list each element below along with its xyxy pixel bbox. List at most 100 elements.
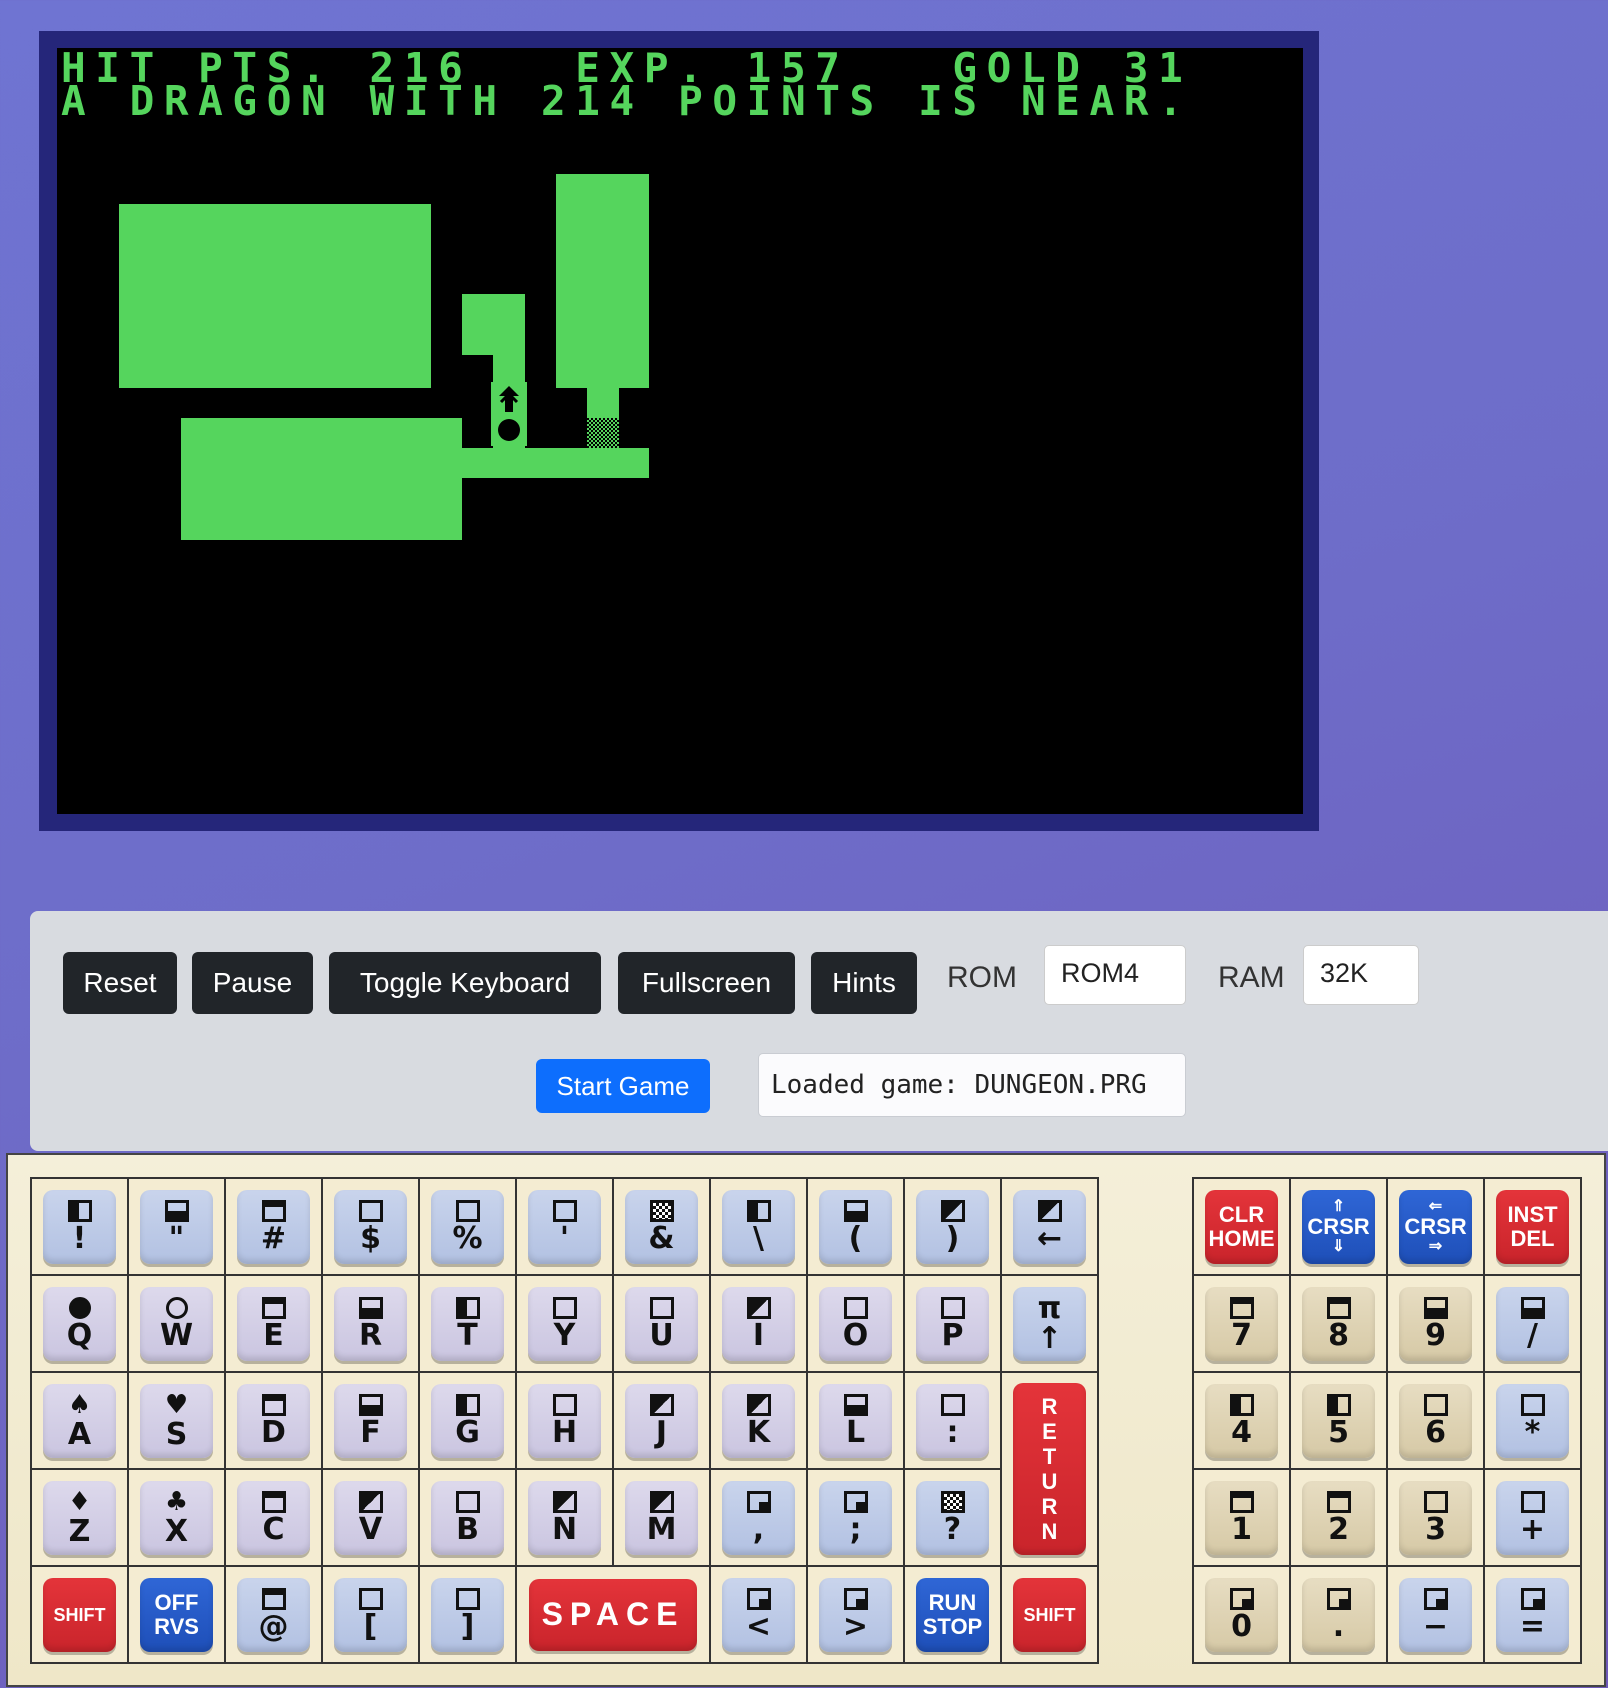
key-ampersand[interactable]: & [625,1189,698,1264]
numeric-key-block: CLR HOME ⇑ CRSR ⇓ ⇐ CRSR ⇒ INST DEL 7 8 9 / 4 … [1192,1177,1582,1664]
key-3[interactable]: 3 [1399,1480,1472,1555]
key-up-arrow-pi[interactable]: π ↑ [1013,1286,1086,1361]
dungeon-room-1 [119,204,431,388]
key-x[interactable]: ♣ X [140,1480,213,1555]
key-7[interactable]: 7 [1205,1286,1278,1361]
left-shift-key[interactable]: SHIFT [43,1577,116,1652]
off-rvs-key[interactable]: OFF RVS [140,1577,213,1652]
control-panel: Reset Pause Toggle Keyboard Fullscreen H… [30,911,1608,1151]
heart-icon: ♥ [164,1389,189,1420]
key-semicolon[interactable]: ; [819,1480,892,1555]
key-j[interactable]: J [625,1383,698,1458]
key-p[interactable]: P [916,1286,989,1361]
treasure-tile-icon [587,418,619,448]
key-exclamation[interactable]: ! [43,1189,116,1264]
key-right-bracket[interactable]: ] [431,1577,504,1652]
key-y[interactable]: Y [528,1286,601,1361]
key-period[interactable]: . [1302,1577,1375,1652]
start-game-button[interactable]: Start Game [536,1059,710,1113]
key-comma[interactable]: , [722,1480,795,1555]
run-stop-key[interactable]: RUN STOP [916,1577,989,1652]
key-f[interactable]: F [334,1383,407,1458]
key-apostrophe[interactable]: ' [528,1189,601,1264]
key-at[interactable]: @ [237,1577,310,1652]
key-double-quote[interactable]: " [140,1189,213,1264]
main-key-block: ! " # $ % ' & \ ( ) ← Q W E R T Y U I O … [30,1177,1099,1664]
key-m[interactable]: M [625,1480,698,1555]
ram-select[interactable]: 32K [1303,945,1419,1005]
key-plus[interactable]: + [1496,1480,1569,1555]
left-arrow-icon: ⇐ [1428,1197,1443,1215]
key-colon[interactable]: : [916,1383,989,1458]
return-key[interactable]: RETURN [1013,1383,1086,1555]
diamond-icon: ♦ [67,1486,92,1517]
key-asterisk[interactable]: * [1496,1383,1569,1458]
key-minus[interactable]: − [1399,1577,1472,1652]
key-9[interactable]: 9 [1399,1286,1472,1361]
toggle-keyboard-button[interactable]: Toggle Keyboard [329,952,601,1014]
ram-label: RAM [1218,961,1285,994]
reset-button[interactable]: Reset [63,952,177,1014]
key-right-paren[interactable]: ) [916,1189,989,1264]
key-less-than[interactable]: < [722,1577,795,1652]
crsr-up-down-key[interactable]: ⇑ CRSR ⇓ [1302,1189,1375,1264]
club-icon: ♣ [164,1486,189,1517]
key-left-paren[interactable]: ( [819,1189,892,1264]
key-r[interactable]: R [334,1286,407,1361]
key-q[interactable]: Q [43,1286,116,1361]
key-b[interactable]: B [431,1480,504,1555]
key-4[interactable]: 4 [1205,1383,1278,1458]
key-8[interactable]: 8 [1302,1286,1375,1361]
dungeon-room-2 [181,418,462,540]
key-question[interactable]: ? [916,1480,989,1555]
message-line: A DRAGON WITH 214 POINTS IS NEAR. [61,77,1193,125]
key-n[interactable]: N [528,1480,601,1555]
key-1[interactable]: 1 [1205,1480,1278,1555]
key-percent[interactable]: % [431,1189,504,1264]
key-equals[interactable]: = [1496,1577,1569,1652]
key-0[interactable]: 0 [1205,1577,1278,1652]
rom-label: ROM [947,961,1017,994]
key-d[interactable]: D [237,1383,310,1458]
up-arrows-icon: ⇑ [1331,1197,1346,1215]
key-z[interactable]: ♦ Z [43,1480,116,1555]
key-i[interactable]: I [722,1286,795,1361]
key-5[interactable]: 5 [1302,1383,1375,1458]
key-t[interactable]: T [431,1286,504,1361]
status-message: Loaded game: DUNGEON.PRG [758,1053,1186,1117]
key-backslash[interactable]: \ [722,1189,795,1264]
down-arrows-icon: ⇓ [1331,1237,1346,1255]
key-left-bracket[interactable]: [ [334,1577,407,1652]
rom-select[interactable]: ROM4 [1044,945,1186,1005]
key-c[interactable]: C [237,1480,310,1555]
key-6[interactable]: 6 [1399,1383,1472,1458]
key-l[interactable]: L [819,1383,892,1458]
crsr-left-right-key[interactable]: ⇐ CRSR ⇒ [1399,1189,1472,1264]
key-a[interactable]: ♠ A [43,1383,116,1458]
fullscreen-button[interactable]: Fullscreen [618,952,795,1014]
right-shift-key[interactable]: SHIFT [1013,1577,1086,1652]
emulator-screen[interactable]: HIT PTS. 216 EXP. 157 GOLD 31 A DRAGON W… [57,48,1303,814]
key-o[interactable]: O [819,1286,892,1361]
key-v[interactable]: V [334,1480,407,1555]
inst-del-key[interactable]: INST DEL [1496,1189,1569,1264]
key-e[interactable]: E [237,1286,310,1361]
pause-button[interactable]: Pause [192,952,313,1014]
key-greater-than[interactable]: > [819,1577,892,1652]
key-u[interactable]: U [625,1286,698,1361]
spade-icon: ♠ [67,1389,92,1420]
key-g[interactable]: G [431,1383,504,1458]
key-h[interactable]: H [528,1383,601,1458]
key-w[interactable]: W [140,1286,213,1361]
space-key[interactable]: SPACE [529,1578,697,1651]
key-hash[interactable]: # [237,1189,310,1264]
key-slash[interactable]: / [1496,1286,1569,1361]
hints-button[interactable]: Hints [811,952,917,1014]
key-2[interactable]: 2 [1302,1480,1375,1555]
key-k[interactable]: K [722,1383,795,1458]
key-dollar[interactable]: $ [334,1189,407,1264]
emulator-screen-frame: HIT PTS. 216 EXP. 157 GOLD 31 A DRAGON W… [39,31,1319,831]
key-s[interactable]: ♥ S [140,1383,213,1458]
key-left-arrow[interactable]: ← [1013,1189,1086,1264]
clr-home-key[interactable]: CLR HOME [1205,1189,1278,1264]
